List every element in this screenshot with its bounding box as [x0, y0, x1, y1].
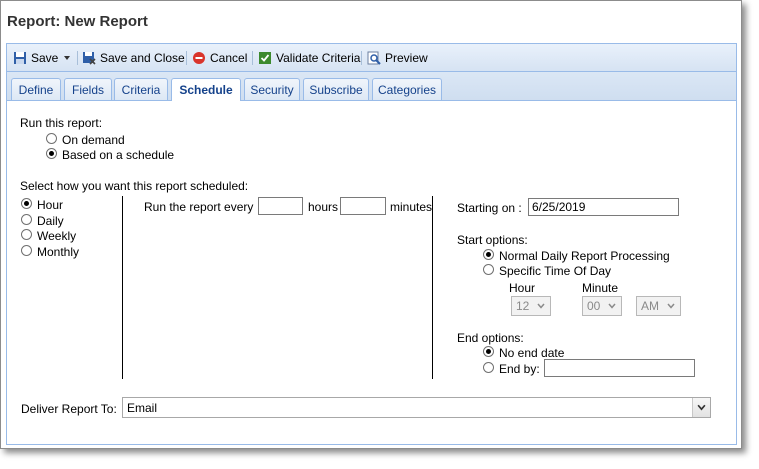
save-close-icon [83, 52, 96, 65]
radio-end-by[interactable] [483, 362, 494, 373]
hours-input[interactable] [258, 197, 303, 215]
normal-daily-processing-label: Normal Daily Report Processing [499, 249, 670, 263]
radio-hour[interactable] [21, 198, 32, 209]
radio-monthly[interactable] [21, 245, 32, 256]
column-divider [432, 196, 433, 379]
chevron-down-icon [537, 303, 545, 309]
deliver-report-label: Deliver Report To: [21, 402, 117, 416]
am-pm-select[interactable]: AM [636, 296, 681, 316]
radio-weekly[interactable] [21, 229, 32, 240]
end-by-label: End by: [499, 362, 540, 376]
toolbar: Save Save and Close Cancel Validate Crit… [7, 44, 736, 72]
preview-label: Preview [385, 51, 428, 65]
chevron-down-icon [667, 303, 675, 309]
run-every-label: Run the report every [144, 200, 254, 214]
hour-select[interactable]: 12 [511, 296, 551, 316]
validate-criteria-button[interactable]: Validate Criteria [258, 49, 360, 67]
tab-categories[interactable]: Categories [372, 78, 442, 100]
hours-label: hours [308, 200, 339, 214]
report-window: Report: New Report Save Save and Close C… [0, 0, 742, 449]
tab-bar: Define Fields Criteria Schedule Security… [7, 72, 736, 101]
preview-magnifier-icon [367, 51, 381, 65]
window-title: Report: New Report [7, 13, 148, 30]
radio-no-end-date[interactable] [483, 346, 494, 357]
deliver-report-value: Email [127, 401, 158, 415]
run-report-label: Run this report: [20, 116, 103, 130]
end-options-label: End options: [457, 331, 524, 345]
based-on-schedule-label: Based on a schedule [62, 148, 175, 162]
column-divider [122, 196, 123, 379]
deliver-dropdown-button[interactable] [692, 398, 710, 417]
tab-define[interactable]: Define [11, 78, 61, 100]
hour-option-label: Hour [37, 198, 64, 212]
radio-on-demand[interactable] [46, 133, 57, 144]
tab-criteria[interactable]: Criteria [114, 78, 168, 100]
chevron-down-icon [608, 303, 616, 309]
hour-label: Hour [509, 281, 536, 295]
tab-subscribe[interactable]: Subscribe [303, 78, 369, 100]
on-demand-label: On demand [62, 133, 125, 147]
dropdown-arrow-icon[interactable] [63, 54, 71, 62]
daily-option-label: Daily [37, 214, 64, 228]
specific-time-label: Specific Time Of Day [499, 264, 612, 278]
monthly-option-label: Monthly [37, 245, 80, 259]
minutes-input[interactable] [340, 197, 386, 215]
save-and-close-label: Save and Close [100, 51, 185, 65]
no-end-date-label: No end date [499, 346, 565, 360]
report-editor-panel: Save Save and Close Cancel Validate Crit… [6, 43, 737, 445]
start-date-input[interactable] [528, 198, 679, 216]
tab-schedule[interactable]: Schedule [171, 78, 241, 101]
minutes-label: minutes [390, 200, 433, 214]
tab-fields[interactable]: Fields [64, 78, 112, 100]
save-button[interactable]: Save [13, 49, 71, 67]
schedule-frequency-label: Select how you want this report schedule… [20, 179, 249, 193]
toolbar-separator [186, 51, 187, 65]
radio-normal-daily-processing[interactable] [483, 249, 494, 260]
minute-label: Minute [582, 281, 619, 295]
validate-criteria-label: Validate Criteria [276, 51, 361, 65]
hour-select-value: 12 [516, 299, 530, 313]
cancel-button[interactable]: Cancel [192, 49, 247, 67]
cancel-label: Cancel [210, 51, 248, 65]
deliver-report-select[interactable]: Email [122, 397, 711, 418]
starting-on-label: Starting on : [457, 201, 522, 215]
minute-select[interactable]: 00 [582, 296, 622, 316]
chevron-down-icon [697, 404, 706, 411]
am-pm-select-value: AM [641, 299, 659, 313]
minute-select-value: 00 [587, 299, 601, 313]
checkbox-checked-icon [259, 52, 271, 64]
radio-based-on-schedule[interactable] [46, 148, 57, 159]
save-and-close-button[interactable]: Save and Close [82, 49, 185, 67]
radio-daily[interactable] [21, 214, 32, 225]
start-options-label: Start options: [457, 233, 528, 247]
toolbar-separator [361, 51, 362, 65]
toolbar-separator [77, 51, 78, 65]
save-label: Save [31, 51, 59, 65]
toolbar-separator [252, 51, 253, 65]
end-by-date-input[interactable] [544, 359, 695, 377]
floppy-disk-icon [14, 52, 26, 64]
weekly-option-label: Weekly [37, 229, 77, 243]
tab-security[interactable]: Security [244, 78, 300, 100]
cancel-icon [193, 52, 205, 64]
preview-button[interactable]: Preview [367, 49, 428, 67]
radio-specific-time-of-day[interactable] [483, 264, 494, 275]
